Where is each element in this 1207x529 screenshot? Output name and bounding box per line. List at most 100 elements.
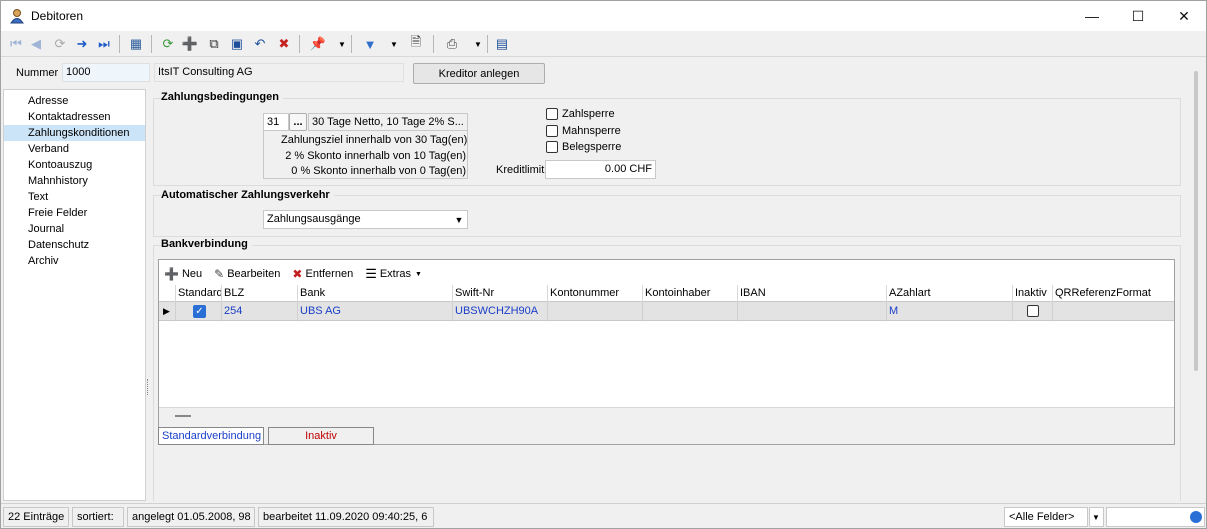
qrreferenz-cell[interactable] <box>1053 302 1174 321</box>
col-kontonummer[interactable]: Kontonummer <box>548 285 643 302</box>
sidebar-item-archiv[interactable]: Archiv <box>4 253 145 269</box>
kreditlimit-label: Kreditlimit <box>496 164 545 176</box>
filter-field-value: <Alle Felder> <box>1009 511 1075 523</box>
entfernen-button[interactable]: Entfernen <box>305 268 353 280</box>
document-cursor-icon[interactable]: 🗎 <box>407 34 425 53</box>
nummer-field[interactable]: 1000 <box>62 63 150 82</box>
exit-icon[interactable]: ▤ <box>493 35 511 53</box>
col-inaktiv[interactable]: Inaktiv <box>1013 285 1053 302</box>
bank-grid-header: Standard BLZ Bank Swift-Nr Kontonummer K… <box>159 285 1174 302</box>
window-title: Debitoren <box>31 9 84 23</box>
kreditlimit-field[interactable]: 0.00 CHF <box>545 160 656 179</box>
extras-button[interactable]: Extras <box>380 268 411 280</box>
zahlungsausgaenge-select[interactable]: Zahlungsausgänge <box>263 210 468 229</box>
col-kontoinhaber[interactable]: Kontoinhaber <box>643 285 738 302</box>
col-qrreferenzformat[interactable]: QRReferenzFormat <box>1053 285 1174 302</box>
zahlungsbedingung-code-field[interactable]: 31 <box>263 113 289 131</box>
sidebar-item-datenschutz[interactable]: Datenschutz <box>4 237 145 253</box>
col-swift-nr[interactable]: Swift-Nr <box>453 285 548 302</box>
status-bar: 22 Einträge sortiert: angelegt 01.05.200… <box>1 503 1206 528</box>
sidebar-item-mahnhistory[interactable]: Mahnhistory <box>4 173 145 189</box>
nummer-label: Nummer <box>16 67 59 79</box>
save-icon[interactable]: ▣ <box>228 35 246 53</box>
bank-toolbar: ➕ Neu ✎ Bearbeiten ✖ Entfernen ☰ Extras … <box>164 266 422 282</box>
zahlungsausgaenge-select-value: Zahlungsausgänge <box>267 213 361 225</box>
name-field[interactable]: ItsIT Consulting AG <box>154 63 404 82</box>
legend-standard-label: Standardverbindung <box>162 430 262 442</box>
zahlungsbedingung-lookup-button[interactable]: ... <box>289 113 307 131</box>
close-button[interactable]: ✕ <box>1161 1 1206 31</box>
standard-cell[interactable]: ✓ <box>176 302 222 321</box>
sidebar-item-kontaktadressen[interactable]: Kontaktadressen <box>4 109 145 125</box>
last-record-icon[interactable]: ⏭ <box>95 35 113 53</box>
col-standard[interactable]: Standard <box>176 285 222 302</box>
splitter-handle[interactable] <box>147 379 150 395</box>
col-bank[interactable]: Bank <box>298 285 453 302</box>
bankverbindung-title: Bankverbindung <box>161 238 252 250</box>
mahnsperre-checkbox[interactable] <box>546 125 558 137</box>
sidebar-item-kontoauszug[interactable]: Kontoauszug <box>4 157 145 173</box>
next-record-icon[interactable]: ➜ <box>73 35 91 53</box>
menu-icon: ☰ <box>365 266 377 281</box>
undo-icon[interactable]: ↶ <box>251 35 269 53</box>
sidebar-item-adresse[interactable]: Adresse <box>4 93 145 109</box>
chevron-down-icon[interactable]: ▼ <box>452 212 466 227</box>
swift-cell[interactable]: UBSWCHZH90A <box>453 302 548 321</box>
mahnsperre-label: Mahnsperre <box>562 125 621 137</box>
zahlungsbedingung-description: 30 Tage Netto, 10 Tage 2% S... <box>308 113 468 131</box>
bank-cell[interactable]: UBS AG <box>298 302 453 321</box>
legend-standard: Standardverbindung <box>158 427 264 445</box>
iban-cell[interactable] <box>738 302 887 321</box>
pin-icon[interactable]: 📌 <box>309 35 327 53</box>
belegsperre-checkbox[interactable] <box>546 141 558 153</box>
auto-zahlungsverkehr-title: Automatischer Zahlungsverkehr <box>161 189 334 201</box>
delete-icon[interactable]: ✖ <box>275 35 293 53</box>
col-blz[interactable]: BLZ <box>222 285 298 302</box>
kontonummer-cell[interactable] <box>548 302 643 321</box>
pin-dropdown-icon[interactable]: ▼ <box>333 35 351 53</box>
blz-cell[interactable]: 254 <box>222 302 298 321</box>
azahlart-cell[interactable]: M <box>887 302 1013 321</box>
zahlsperre-checkbox[interactable] <box>546 108 558 120</box>
copy-icon[interactable]: ⧉ <box>205 35 223 53</box>
inaktiv-cell[interactable] <box>1013 302 1053 321</box>
print-icon[interactable]: ⎙ <box>443 35 461 53</box>
filter-field-select[interactable]: <Alle Felder> <box>1004 507 1088 527</box>
sidebar-item-journal[interactable]: Journal <box>4 221 145 237</box>
filter-icon[interactable]: ▼ <box>361 35 379 53</box>
refresh-disabled-icon[interactable]: ⟳ <box>51 35 69 53</box>
minimize-button[interactable]: — <box>1069 1 1115 31</box>
search-input[interactable] <box>1106 507 1205 527</box>
sidebar-item-text[interactable]: Text <box>4 189 145 205</box>
horizontal-scroll-thumb[interactable] <box>175 415 191 417</box>
col-iban[interactable]: IBAN <box>738 285 887 302</box>
sidebar-item-verband[interactable]: Verband <box>4 141 145 157</box>
bearbeiten-button[interactable]: Bearbeiten <box>227 268 280 280</box>
maximize-button[interactable]: ☐ <box>1115 1 1161 31</box>
zahlungsziel-line: Zahlungsziel innerhalb von 30 Tag(en) <box>281 134 468 146</box>
kontoinhaber-cell[interactable] <box>643 302 738 321</box>
new-record-icon[interactable]: ➕ <box>181 35 199 53</box>
print-dropdown-icon[interactable]: ▼ <box>469 35 487 53</box>
vertical-scroll-thumb[interactable] <box>1194 71 1198 371</box>
sidebar-item-freie-felder[interactable]: Freie Felder <box>4 205 145 221</box>
vertical-scrollbar[interactable] <box>1189 61 1204 501</box>
inaktiv-checkbox[interactable] <box>1027 305 1039 317</box>
table-row[interactable]: ▶ ✓ 254 UBS AG UBSWCHZH90A M <box>159 302 1174 321</box>
neu-button[interactable]: Neu <box>182 268 202 280</box>
sidebar-item-zahlungskonditionen[interactable]: Zahlungskonditionen <box>4 125 145 141</box>
status-bearbeitet: bearbeitet 11.09.2020 09:40:25, 6 <box>258 507 434 527</box>
kreditor-anlegen-button[interactable]: Kreditor anlegen <box>413 63 545 84</box>
filter-dropdown-icon[interactable]: ▼ <box>1089 507 1104 527</box>
standard-checkbox-checked[interactable]: ✓ <box>193 305 206 318</box>
prev-record-icon[interactable]: ◀ <box>27 35 45 53</box>
col-azahlart[interactable]: AZahlart <box>887 285 1013 302</box>
filter-dropdown-icon[interactable]: ▼ <box>385 35 403 53</box>
first-record-icon[interactable]: ⏮ <box>7 35 25 53</box>
status-sortiert: sortiert: <box>72 507 124 527</box>
reload-icon[interactable]: ⟳ <box>159 35 177 53</box>
search-globe-icon[interactable] <box>1190 511 1202 523</box>
table-view-icon[interactable]: ▦ <box>127 35 145 53</box>
extras-dropdown-icon[interactable]: ▼ <box>415 271 422 278</box>
remove-icon: ✖ <box>292 267 303 281</box>
